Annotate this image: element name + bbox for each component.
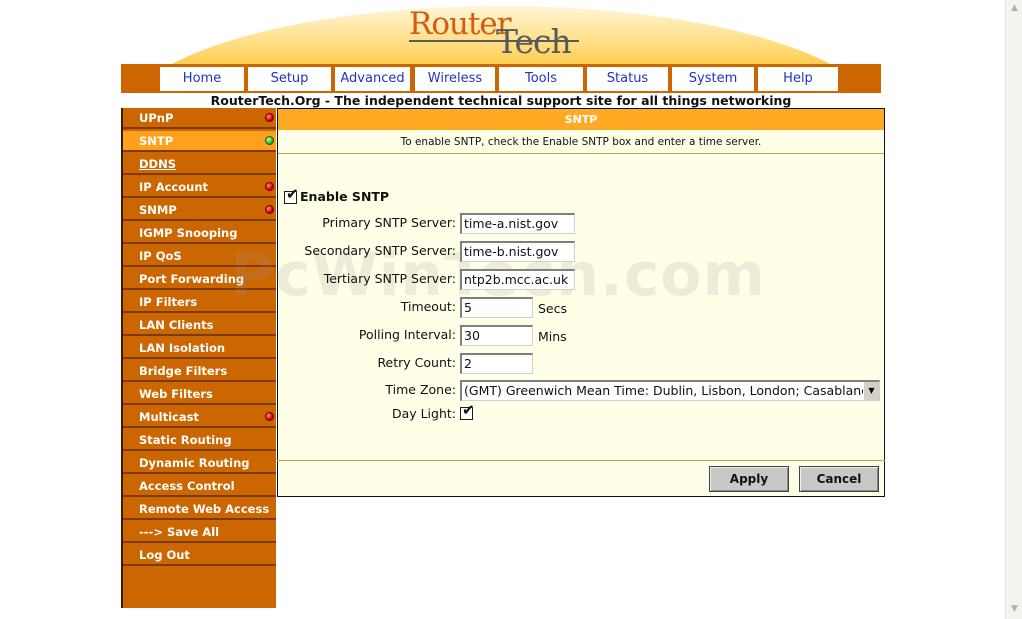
nav-wireless[interactable]: Wireless [415,67,495,91]
apply-button[interactable]: Apply [709,466,789,492]
sidebar-item-label: IP Filters [139,295,198,309]
divider [277,460,885,461]
enable-sntp-checkbox[interactable]: ✔ [284,187,299,204]
top-nav: Home Setup Advanced Wireless Tools Statu… [121,64,881,93]
status-red-icon [265,182,274,191]
enable-sntp-label: Enable SNTP [300,189,390,204]
routertech-logo: Router Tech [409,6,599,64]
sidebar-item-remote-web-access[interactable]: Remote Web Access [123,499,276,520]
sidebar-item-access-control[interactable]: Access Control [123,476,276,497]
sidebar-item-save-all[interactable]: ---> Save All [123,522,276,543]
sidebar-item-label: UPnP [139,111,174,125]
time-zone-value: (GMT) Greenwich Mean Time: Dublin, Lisbo… [464,383,876,398]
checkmark-icon: ✔ [286,185,299,203]
timeout-label: Timeout: [400,299,456,314]
retry-count-label: Retry Count: [377,355,456,370]
cancel-button[interactable]: Cancel [799,466,879,492]
sidebar-item-igmp-snooping[interactable]: IGMP Snooping [123,223,276,244]
daylight-label: Day Light: [391,406,456,421]
sidebar-item-ip-qos[interactable]: IP QoS [123,246,276,267]
sidebar-item-label: Static Routing [139,433,232,447]
sidebar-item-label: IP QoS [139,249,182,263]
nav-help[interactable]: Help [758,67,838,91]
primary-server-input[interactable]: time-a.nist.gov [460,213,575,234]
sidebar-item-label: IGMP Snooping [139,226,238,240]
retry-count-input[interactable]: 2 [460,353,533,374]
tertiary-server-input[interactable]: ntp2b.mcc.ac.uk [460,269,575,290]
nav-home[interactable]: Home [160,67,244,91]
sidebar-item-label: IP Account [139,180,209,194]
sidebar-item-label: Access Control [139,479,235,493]
sidebar-item-label: LAN Isolation [139,341,226,355]
timeout-input[interactable]: 5 [460,297,533,318]
status-green-icon [265,136,274,145]
time-zone-label: Time Zone: [385,382,456,397]
sidebar-item-label: Multicast [139,410,199,424]
sidebar-item-ddns[interactable]: DDNS [123,154,276,175]
status-red-icon [265,412,274,421]
daylight-checkbox[interactable]: ✔ [460,403,475,420]
sidebar-item-upnp[interactable]: UPnP [123,108,276,129]
sidebar-item-label: Remote Web Access [139,502,270,516]
status-red-icon [265,113,274,122]
panel-title: SNTP [278,109,884,130]
timeout-unit: Secs [538,301,568,316]
nav-tools[interactable]: Tools [499,67,583,91]
scroll-down-icon[interactable]: ▼ [1007,602,1022,617]
sidebar-item-snmp[interactable]: SNMP [123,200,276,221]
status-red-icon [265,205,274,214]
polling-interval-label: Polling Interval: [358,327,456,342]
sidebar-item-label: Web Filters [139,387,213,401]
sidebar-item-label: SNMP [139,203,177,217]
time-zone-select[interactable]: (GMT) Greenwich Mean Time: Dublin, Lisbo… [460,380,880,401]
sidebar-item-label: ---> Save All [139,525,220,539]
sidebar-item-label: LAN Clients [139,318,214,332]
nav-advanced[interactable]: Advanced [335,67,410,91]
sidebar-item-lan-clients[interactable]: LAN Clients [123,315,276,336]
polling-interval-input[interactable]: 30 [460,325,533,346]
sidebar-item-bridge-filters[interactable]: Bridge Filters [123,361,276,382]
secondary-server-label: Secondary SNTP Server: [304,243,456,258]
sidebar-item-dynamic-routing[interactable]: Dynamic Routing [123,453,276,474]
vertical-scrollbar[interactable]: ▲ ▼ [1005,0,1022,619]
sidebar-item-web-filters[interactable]: Web Filters [123,384,276,405]
nav-setup[interactable]: Setup [248,67,331,91]
site-tagline: RouterTech.Org - The independent technic… [210,93,792,108]
sidebar-item-label: Log Out [139,548,190,562]
chevron-down-icon[interactable]: ▼ [863,382,879,400]
panel-instructions: To enable SNTP, check the Enable SNTP bo… [278,131,884,154]
primary-server-label: Primary SNTP Server: [322,215,456,230]
sidebar-item-ip-filters[interactable]: IP Filters [123,292,276,313]
sidebar-item-static-routing[interactable]: Static Routing [123,430,276,451]
checkmark-icon: ✔ [462,401,475,419]
sidebar-item-label: Dynamic Routing [139,456,250,470]
tertiary-server-label: Tertiary SNTP Server: [323,271,456,286]
nav-status[interactable]: Status [587,67,668,91]
sidebar-item-multicast[interactable]: Multicast [123,407,276,428]
sidebar-item-sntp[interactable]: SNTP [123,131,276,152]
secondary-server-input[interactable]: time-b.nist.gov [460,241,575,262]
sidebar-item-port-forwarding[interactable]: Port Forwarding [123,269,276,290]
sidebar-item-label: Port Forwarding [139,272,245,286]
sidebar-item-label: DDNS [139,157,176,171]
nav-system[interactable]: System [672,67,754,91]
sidebar-item-label: SNTP [139,134,174,148]
sidebar-item-ip-account[interactable]: IP Account [123,177,276,198]
sidebar-item-label: Bridge Filters [139,364,228,378]
polling-interval-unit: Mins [538,329,567,344]
sidebar-item-lan-isolation[interactable]: LAN Isolation [123,338,276,359]
sidebar-item-log-out[interactable]: Log Out [123,545,276,566]
sidebar: UPnP SNTP DDNS IP Account SNMP IGMP Snoo… [121,108,276,608]
scroll-up-icon[interactable]: ▲ [1007,1,1022,16]
